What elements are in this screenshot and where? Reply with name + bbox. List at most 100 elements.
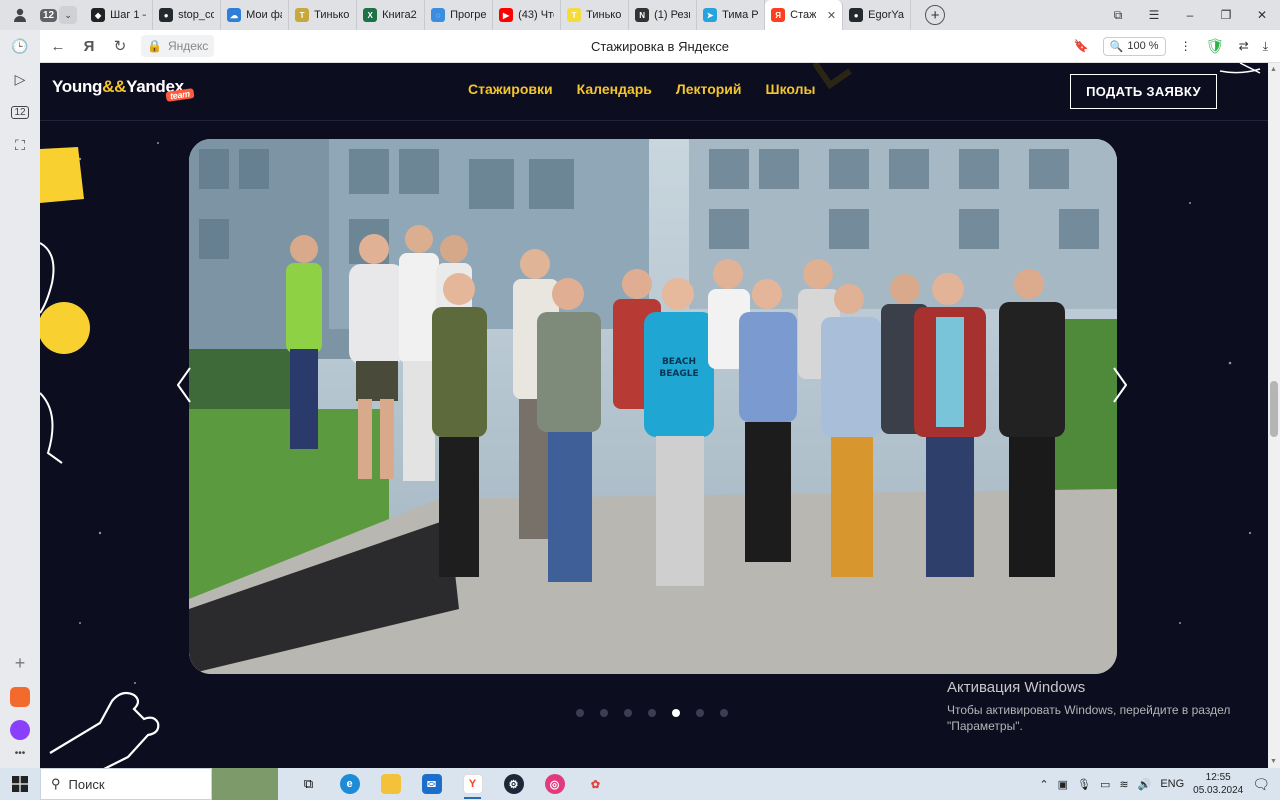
tabs-overview-icon[interactable]: ⧉ — [1100, 0, 1136, 30]
browser-tab[interactable]: ◌ Прогрес — [425, 0, 494, 30]
carousel-next-button[interactable] — [1108, 365, 1132, 405]
media-player-icon[interactable]: ▷ — [0, 63, 40, 96]
close-window-icon[interactable]: ✕ — [1244, 0, 1280, 30]
scroll-up-icon[interactable]: ▲ — [1270, 66, 1277, 73]
yandex-browser-icon[interactable]: Y — [452, 768, 493, 800]
restore-icon[interactable]: ❐ — [1208, 0, 1244, 30]
browser-tab[interactable]: X Книга2 — [357, 0, 426, 30]
logo-amp: && — [102, 77, 127, 96]
chevron-right-icon — [1113, 367, 1127, 403]
mail-app-icon[interactable] — [0, 680, 40, 713]
task-view-icon[interactable]: ⧉ — [288, 768, 329, 800]
browser-tab[interactable]: ● stop_co — [153, 0, 222, 30]
protect-shield-icon[interactable]: 🛡 — [1206, 37, 1225, 55]
carousel-dot[interactable] — [696, 709, 704, 717]
discord-like-icon[interactable]: ◎ — [534, 768, 575, 800]
yandex-logo-icon[interactable]: Я — [76, 33, 102, 59]
battery-icon[interactable]: ▭ — [1100, 778, 1110, 791]
page-scrollbar[interactable]: ▲ ▼ — [1268, 63, 1280, 768]
taskbar-search[interactable]: ⚲ Поиск — [40, 768, 212, 800]
nav-schools[interactable]: Школы — [766, 81, 816, 97]
language-indicator[interactable]: ENG — [1160, 778, 1184, 790]
browser-tab[interactable]: ◆ Шаг 1 – — [85, 0, 154, 30]
young-and-yandex-logo[interactable]: Young&&Yandex team — [52, 77, 195, 102]
carousel-dot[interactable] — [648, 709, 656, 717]
back-arrow-icon[interactable]: ← — [45, 33, 71, 59]
site-nav: Стажировки Календарь Лекторий Школы — [468, 81, 815, 97]
minimize-icon[interactable]: – — [1172, 0, 1208, 30]
download-icon[interactable]: ⤓ — [1263, 39, 1268, 54]
clock-date: 05.03.2024 — [1193, 785, 1244, 796]
clock[interactable]: 12:55 05.03.2024 — [1193, 771, 1243, 797]
tray-app-icon[interactable]: ▣ — [1058, 778, 1068, 791]
notifications-icon[interactable]: 🗨 — [1252, 776, 1270, 793]
page-content: Young&&Yandex team Стажировки Календарь … — [40, 63, 1268, 768]
close-tab-icon[interactable]: ✕ — [827, 9, 836, 22]
browser-tab[interactable]: Т Тинько — [561, 0, 630, 30]
steam-icon[interactable]: ⚙ — [493, 768, 534, 800]
carousel-dot[interactable] — [720, 709, 728, 717]
start-button[interactable] — [0, 768, 40, 800]
explorer-icon[interactable] — [370, 768, 411, 800]
carousel-dot[interactable] — [624, 709, 632, 717]
history-icon[interactable]: 🕒 — [0, 30, 40, 63]
taskbar-apps: ⧉ e ✉ Y ⚙ ◎ ✿ — [288, 768, 616, 800]
carousel-dot[interactable] — [600, 709, 608, 717]
reload-icon[interactable]: ↻ — [107, 33, 133, 59]
carousel-dot[interactable] — [672, 709, 680, 717]
volume-icon[interactable]: 🔊 — [1138, 778, 1152, 791]
browser-tab[interactable]: N (1) Резк — [629, 0, 698, 30]
browser-tab[interactable]: ▶ (43) Что — [493, 0, 562, 30]
tab-favicon-icon: ◌ — [431, 8, 446, 22]
add-panel-icon[interactable]: + — [0, 647, 40, 680]
tab-favicon-icon: ◆ — [91, 8, 106, 22]
chevron-down-icon[interactable]: ⌄ — [59, 6, 78, 24]
robot-hand-drawing — [49, 691, 160, 768]
chevron-up-icon[interactable]: ⌃ — [1039, 778, 1048, 791]
mail-icon[interactable]: ✉ — [411, 768, 452, 800]
tab-favicon-icon: ● — [159, 8, 174, 22]
carousel-dot[interactable] — [576, 709, 584, 717]
wifi-icon[interactable]: ≋ — [1119, 778, 1128, 791]
tab-title: Мои фа — [246, 9, 283, 21]
tab-strip: ◆ Шаг 1 – ● stop_co ☁ Мои фа Т Тинько X Книга2 ◌ Пр… — [85, 0, 912, 30]
news-widget[interactable] — [212, 768, 278, 800]
scrollbar-thumb[interactable] — [1270, 381, 1278, 437]
bookmark-icon[interactable]: 🔖 — [1074, 39, 1089, 53]
zoom-icon: 🔍 — [1109, 40, 1124, 53]
tab-title: (1) Резк — [654, 9, 691, 21]
windows-activation-watermark: Активация Windows Чтобы активировать Win… — [947, 679, 1247, 734]
more-icon[interactable]: ••• — [0, 746, 40, 760]
windows-taskbar: ⚲ Поиск ⧉ e ✉ Y ⚙ ◎ ✿ ⌃ ▣ 🎙 ▭ ≋ 🔊 ENG 12… — [0, 768, 1280, 800]
profile-button[interactable] — [0, 0, 40, 30]
browser-tab[interactable]: ● EgorYav — [843, 0, 912, 30]
browser-tab-bar: 12 ⌄ ◆ Шаг 1 – ● stop_co ☁ Мои фа Т Тинько X Книг… — [0, 0, 1280, 30]
browser-tab[interactable]: Я Стаж ✕ — [765, 0, 844, 30]
apply-button[interactable]: ПОДАТЬ ЗАЯВКУ — [1070, 74, 1217, 109]
tabs-counter-icon[interactable]: 12 — [0, 96, 40, 129]
translate-icon[interactable]: ⇄ — [1239, 39, 1249, 53]
menu-icon[interactable]: ☰ — [1136, 0, 1172, 30]
scroll-down-icon[interactable]: ▼ — [1270, 758, 1277, 765]
more-options-icon[interactable]: ⋮ — [1180, 39, 1192, 53]
new-tab-button[interactable]: + — [925, 5, 946, 25]
zoom-control[interactable]: 🔍 100 % — [1102, 36, 1166, 56]
nav-calendar[interactable]: Календарь — [577, 81, 652, 97]
profile-icon — [14, 8, 26, 22]
browser-tab[interactable]: ☁ Мои фа — [221, 0, 290, 30]
logo-young: Young — [52, 77, 103, 96]
browser-tab[interactable]: Т Тинько — [289, 0, 358, 30]
url-field[interactable]: 🔒 Яндекс — [141, 35, 215, 57]
microphone-icon[interactable]: 🎙 — [1077, 778, 1091, 791]
paint-icon[interactable]: ✿ — [575, 768, 616, 800]
nav-internships[interactable]: Стажировки — [468, 81, 553, 97]
alice-icon[interactable] — [0, 713, 40, 746]
nav-lectures[interactable]: Лекторий — [676, 81, 742, 97]
tab-title: Книга2 — [382, 9, 417, 21]
browser-tab[interactable]: ➤ Тима Ра — [697, 0, 766, 30]
tab-counter[interactable]: 12 ⌄ — [40, 6, 78, 24]
screenshot-icon[interactable]: ⛶ — [0, 129, 40, 162]
edge-icon[interactable]: e — [329, 768, 370, 800]
tab-title: Тима Ра — [722, 9, 759, 21]
carousel-prev-button[interactable] — [172, 365, 196, 405]
